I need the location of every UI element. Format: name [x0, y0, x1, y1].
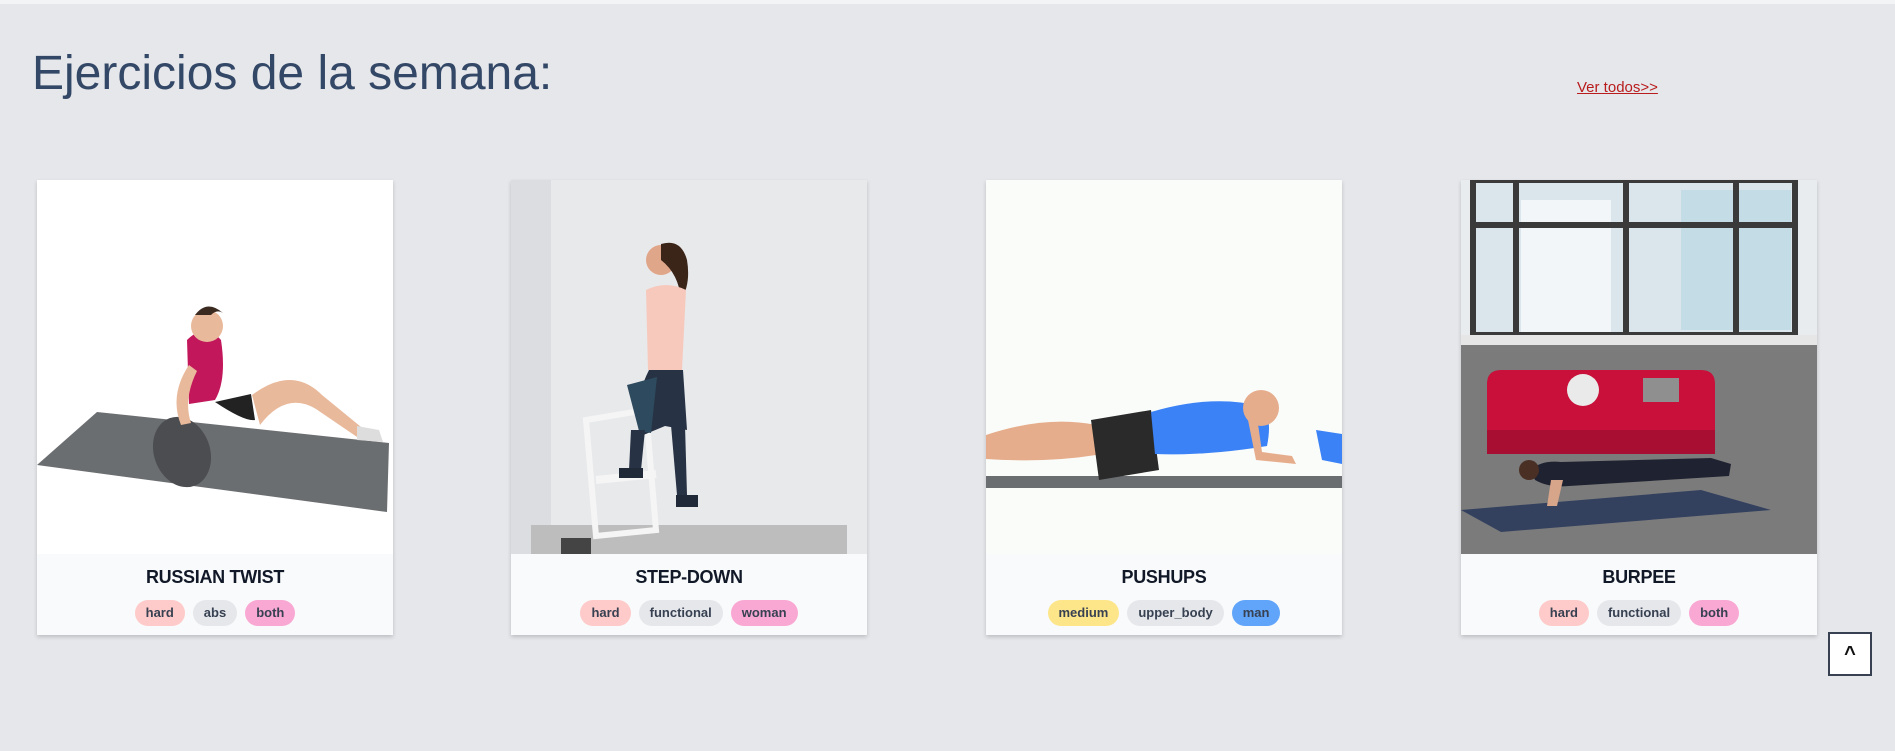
difficulty-tag: hard: [580, 600, 631, 626]
category-tag: upper_body: [1127, 600, 1224, 626]
exercise-card-burpee[interactable]: BURPEE hard functional both: [1461, 180, 1817, 635]
tag-list: hard functional woman: [511, 600, 867, 626]
tag-list: medium upper_body man: [986, 600, 1342, 626]
exercise-image-russian-twist: [37, 180, 393, 554]
exercise-image-step-down: [511, 180, 867, 554]
tag-list: hard abs both: [37, 600, 393, 626]
exercise-name: STEP-DOWN: [635, 567, 743, 587]
category-tag: abs: [192, 600, 238, 626]
gender-tag: both: [245, 600, 296, 626]
scroll-to-top-button[interactable]: ^: [1828, 632, 1872, 676]
gender-tag: both: [1689, 600, 1740, 626]
gender-tag: woman: [730, 600, 798, 626]
view-all-link[interactable]: Ver todos>>: [1577, 79, 1658, 96]
exercise-image-burpee: [1461, 180, 1817, 554]
exercise-image-pushups: [986, 180, 1342, 554]
tag-list: hard functional both: [1461, 600, 1817, 626]
page-title: Ejercicios de la semana:: [32, 47, 553, 100]
exercise-card-step-down[interactable]: STEP-DOWN hard functional woman: [511, 180, 867, 635]
category-tag: functional: [1596, 600, 1682, 626]
exercise-name: RUSSIAN TWIST: [145, 567, 285, 587]
gender-tag: man: [1231, 600, 1281, 626]
difficulty-tag: medium: [1047, 600, 1120, 626]
exercise-name: BURPEE: [1602, 567, 1676, 587]
difficulty-tag: hard: [1538, 600, 1589, 626]
category-tag: functional: [638, 600, 723, 626]
exercise-card-pushups[interactable]: PUSHUPS medium upper_body man: [986, 180, 1342, 635]
difficulty-tag: hard: [134, 600, 185, 626]
exercise-name: PUSHUPS: [1121, 567, 1207, 587]
exercise-card-russian-twist[interactable]: RUSSIAN TWIST hard abs both: [37, 180, 393, 635]
top-border: [0, 0, 1895, 4]
